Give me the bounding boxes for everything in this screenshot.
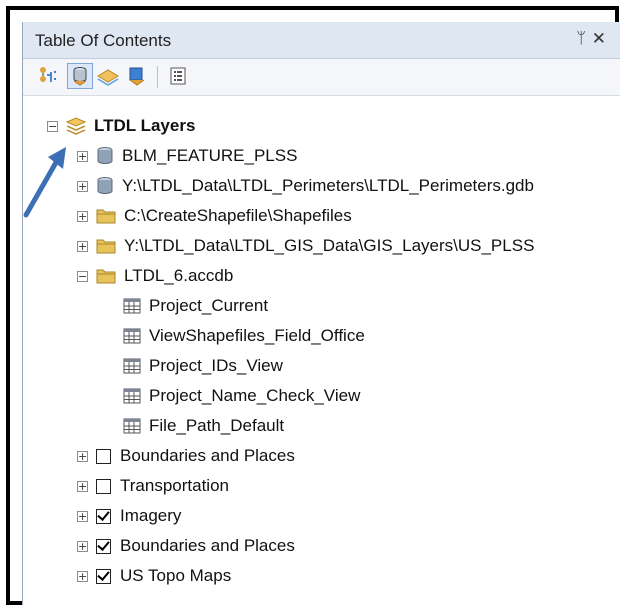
tree-label: LTDL Layers xyxy=(94,116,196,135)
layer-item[interactable]: + Imagery xyxy=(77,502,181,530)
expand-toggle[interactable]: + xyxy=(77,210,88,222)
toolbar-separator xyxy=(157,66,158,88)
list-by-source-icon[interactable] xyxy=(67,63,93,89)
expand-toggle[interactable]: + xyxy=(77,570,88,582)
pin-icon[interactable]: ᛘ xyxy=(576,30,586,48)
tree-label: Boundaries and Places xyxy=(120,446,295,465)
collapse-toggle[interactable]: − xyxy=(47,120,58,132)
table-icon xyxy=(123,388,141,404)
table-item[interactable]: Project_Current xyxy=(123,292,268,320)
source-item[interactable]: + C:\CreateShapefile\Shapefiles xyxy=(77,202,352,230)
tree-label: US Topo Maps xyxy=(120,566,232,585)
folder-icon xyxy=(96,207,116,225)
database-icon xyxy=(96,176,114,196)
table-icon xyxy=(123,358,141,374)
tree-label: Project_IDs_View xyxy=(149,356,283,375)
source-item[interactable]: + BLM_FEATURE_PLSS xyxy=(77,142,297,170)
tree-label: Project_Current xyxy=(149,296,269,315)
folder-icon xyxy=(96,237,116,255)
tree-label: BLM_FEATURE_PLSS xyxy=(122,146,298,165)
options-icon[interactable] xyxy=(165,63,191,89)
layer-item[interactable]: + US Topo Maps xyxy=(77,562,231,590)
tree-label: Boundaries and Places xyxy=(120,536,295,555)
table-icon xyxy=(123,418,141,434)
tree-label: File_Path_Default xyxy=(149,416,285,435)
table-item[interactable]: Project_IDs_View xyxy=(123,352,283,380)
visibility-checkbox[interactable] xyxy=(96,508,111,524)
table-of-contents-panel: Table Of Contents ᛘ ✕ − LTDL Layers + BL… xyxy=(22,22,620,605)
list-by-drawing-order-icon[interactable] xyxy=(37,63,63,89)
collapse-toggle[interactable]: − xyxy=(77,270,88,282)
list-by-selection-icon[interactable] xyxy=(124,63,150,89)
source-item[interactable]: + Y:\LTDL_Data\LTDL_GIS_Data\GIS_Layers\… xyxy=(77,232,534,260)
tree-label: ViewShapefiles_Field_Office xyxy=(149,326,365,345)
table-item[interactable]: ViewShapefiles_Field_Office xyxy=(123,322,365,350)
source-item[interactable]: − LTDL_6.accdb xyxy=(77,262,233,290)
layer-item[interactable]: + Transportation xyxy=(77,472,229,500)
toc-toolbar xyxy=(23,59,620,96)
layer-item[interactable]: + Boundaries and Places xyxy=(77,532,295,560)
annotation-arrow-icon xyxy=(23,147,66,218)
tree-label: Project_Name_Check_View xyxy=(149,386,361,405)
table-item[interactable]: Project_Name_Check_View xyxy=(123,382,360,410)
panel-title: Table Of Contents xyxy=(35,31,172,50)
layers-icon xyxy=(66,117,86,135)
expand-toggle[interactable]: + xyxy=(77,510,88,522)
expand-toggle[interactable]: + xyxy=(77,150,88,162)
tree-label: Transportation xyxy=(120,476,229,495)
folder-icon xyxy=(96,267,116,285)
visibility-checkbox[interactable] xyxy=(96,478,111,494)
expand-toggle[interactable]: + xyxy=(77,540,88,552)
expand-toggle[interactable]: + xyxy=(77,180,88,192)
database-icon xyxy=(96,146,114,166)
table-icon xyxy=(123,298,141,314)
tree-label: LTDL_6.accdb xyxy=(124,266,234,285)
visibility-checkbox[interactable] xyxy=(96,568,111,584)
expand-toggle[interactable]: + xyxy=(77,240,88,252)
layer-item[interactable]: + Boundaries and Places xyxy=(77,442,295,470)
visibility-checkbox[interactable] xyxy=(96,538,111,554)
panel-titlebar: Table Of Contents ᛘ ✕ xyxy=(23,22,620,59)
close-icon[interactable]: ✕ xyxy=(592,29,606,49)
visibility-checkbox[interactable] xyxy=(96,448,111,464)
list-by-visibility-icon[interactable] xyxy=(95,63,121,89)
tree-label: Y:\LTDL_Data\LTDL_Perimeters\LTDL_Perime… xyxy=(122,176,534,195)
expand-toggle[interactable]: + xyxy=(77,450,88,462)
tree-root-ltdl-layers[interactable]: − LTDL Layers xyxy=(47,112,195,140)
expand-toggle[interactable]: + xyxy=(77,480,88,492)
tree-label: Y:\LTDL_Data\LTDL_GIS_Data\GIS_Layers\US… xyxy=(124,236,535,255)
table-item[interactable]: File_Path_Default xyxy=(123,412,284,440)
source-item[interactable]: + Y:\LTDL_Data\LTDL_Perimeters\LTDL_Peri… xyxy=(77,172,534,200)
tree-label: C:\CreateShapefile\Shapefiles xyxy=(124,206,352,225)
tree-label: Imagery xyxy=(120,506,182,525)
table-icon xyxy=(123,328,141,344)
